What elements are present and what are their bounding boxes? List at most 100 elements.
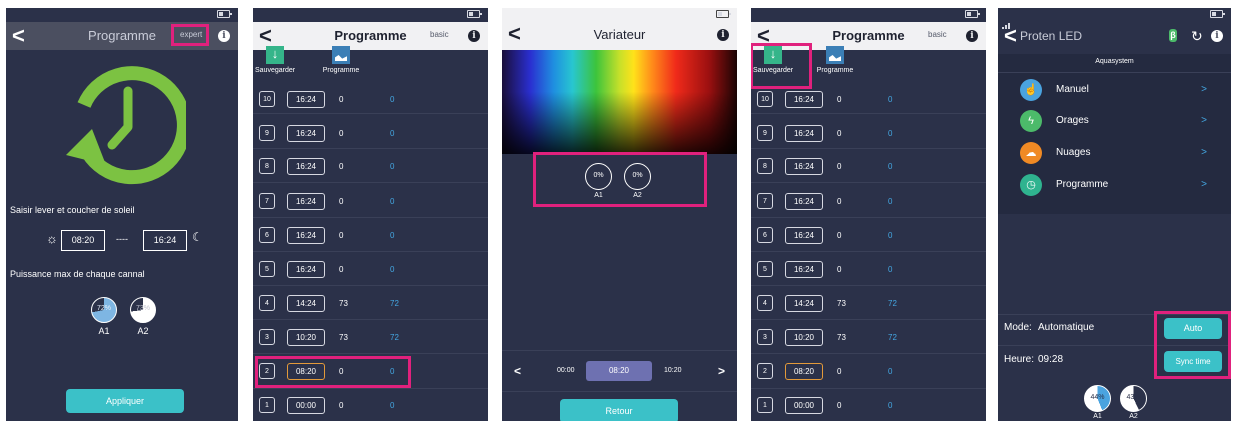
- sunset-time-input[interactable]: 16:24: [143, 230, 187, 251]
- info-icon[interactable]: i: [218, 30, 230, 42]
- section-subtitle: Aquasystem: [1095, 58, 1134, 65]
- row-divider: [751, 251, 986, 252]
- program-row[interactable]: 5 16:24 0 0: [253, 259, 488, 281]
- program-row[interactable]: 3 10:20 73 72: [253, 327, 488, 349]
- hour-value: 09:28: [1038, 354, 1064, 365]
- color-spectrum: [502, 50, 737, 154]
- previous-arrow-icon[interactable]: <: [514, 351, 521, 391]
- row-number: 1: [259, 397, 275, 413]
- row-a2-value: 0: [390, 162, 395, 171]
- program-row[interactable]: 9 16:24 0 0: [751, 123, 986, 145]
- program-row[interactable]: 6 16:24 0 0: [751, 225, 986, 247]
- program-row[interactable]: 8 16:24 0 0: [751, 156, 986, 178]
- basic-mode-button[interactable]: basic: [928, 28, 947, 42]
- row-time[interactable]: 16:24: [785, 125, 823, 142]
- time-separator: ----: [116, 234, 128, 244]
- row-time[interactable]: 14:24: [785, 295, 823, 312]
- timeline-current-time[interactable]: 08:20: [586, 361, 652, 381]
- program-row[interactable]: 10 16:24 0 0: [253, 89, 488, 111]
- cloud-icon: ☁: [1020, 142, 1042, 164]
- program-row[interactable]: 1 00:00 0 0: [253, 395, 488, 417]
- battery-icon: [1210, 10, 1225, 18]
- screen-programme-save: < Programme basic i Sauvegarder Programm…: [751, 8, 986, 421]
- row-divider: [253, 182, 488, 183]
- row-time[interactable]: 16:24: [785, 193, 823, 210]
- program-row[interactable]: 7 16:24 0 0: [253, 191, 488, 213]
- sun-icon: ☼: [46, 231, 58, 246]
- row-divider: [253, 319, 488, 320]
- next-arrow-icon[interactable]: >: [718, 351, 725, 391]
- program-row[interactable]: 10 16:24 0 0: [751, 89, 986, 111]
- program-row[interactable]: 6 16:24 0 0: [253, 225, 488, 247]
- program-row[interactable]: 8 16:24 0 0: [253, 156, 488, 178]
- sunrise-time-input[interactable]: 08:20: [61, 230, 105, 251]
- row-a2-value: 0: [888, 129, 893, 138]
- status-bar: [253, 8, 488, 29]
- info-icon[interactable]: i: [717, 29, 729, 41]
- info-icon[interactable]: i: [966, 30, 978, 42]
- row-time[interactable]: 16:24: [287, 227, 325, 244]
- row-divider: [751, 113, 986, 114]
- menu-item-orages[interactable]: ϟ Orages >: [998, 106, 1231, 136]
- battery-icon: [467, 10, 482, 18]
- program-row[interactable]: 4 14:24 73 72: [751, 293, 986, 315]
- channel-a2-value: 73%: [135, 305, 150, 312]
- refresh-icon[interactable]: ↻: [1191, 24, 1203, 48]
- program-row[interactable]: 1 00:00 0 0: [751, 395, 986, 417]
- row-number: 6: [259, 227, 275, 243]
- row-time[interactable]: 16:24: [785, 261, 823, 278]
- row-time[interactable]: 16:24: [785, 158, 823, 175]
- basic-mode-button[interactable]: basic: [430, 28, 449, 42]
- program-row[interactable]: 2 08:20 0 0: [751, 361, 986, 383]
- row-a2-value: 0: [390, 197, 395, 206]
- program-row[interactable]: 4 14:24 73 72: [253, 293, 488, 315]
- row-time[interactable]: 10:20: [287, 329, 325, 346]
- menu-item-manuel[interactable]: ☝ Manuel >: [998, 75, 1231, 105]
- highlight-box: [171, 24, 209, 46]
- row-time[interactable]: 16:24: [287, 261, 325, 278]
- row-time[interactable]: 10:20: [785, 329, 823, 346]
- row-a1-value: 0: [837, 265, 842, 274]
- highlight-box: [751, 43, 812, 89]
- program-row[interactable]: 9 16:24 0 0: [253, 123, 488, 145]
- channel-a2-label: A2: [137, 326, 149, 336]
- row-divider: [751, 285, 986, 286]
- row-time[interactable]: 16:24: [287, 193, 325, 210]
- programme-button[interactable]: Programme: [815, 46, 855, 74]
- timeline-left-time[interactable]: 00:00: [557, 351, 575, 391]
- back-icon[interactable]: <: [1004, 23, 1017, 49]
- save-button[interactable]: Sauvegarder: [255, 46, 295, 74]
- row-a1-value: 0: [837, 401, 842, 410]
- program-row[interactable]: 5 16:24 0 0: [751, 259, 986, 281]
- menu-item-nuages[interactable]: ☁ Nuages >: [998, 138, 1231, 168]
- program-row[interactable]: 3 10:20 73 72: [751, 327, 986, 349]
- chevron-right-icon: >: [1201, 179, 1207, 190]
- row-time[interactable]: 16:24: [287, 125, 325, 142]
- row-time[interactable]: 16:24: [287, 91, 325, 108]
- row-time[interactable]: 14:24: [287, 295, 325, 312]
- page-title: Variateur: [593, 27, 646, 42]
- programme-button[interactable]: Programme: [321, 46, 361, 74]
- row-time[interactable]: 16:24: [785, 91, 823, 108]
- program-row[interactable]: 7 16:24 0 0: [751, 191, 986, 213]
- timeline-right-time[interactable]: 10:20: [664, 351, 682, 391]
- info-icon[interactable]: i: [468, 30, 480, 42]
- highlight-box: [255, 356, 411, 388]
- info-icon[interactable]: i: [1211, 30, 1223, 42]
- screen-proten-led-home: < Proten LED β ↻ i Aquasystem ☝ Manuel >…: [998, 8, 1231, 421]
- row-time[interactable]: 00:00: [287, 397, 325, 414]
- row-time[interactable]: 08:20: [785, 363, 823, 380]
- row-time[interactable]: 00:00: [785, 397, 823, 414]
- row-time[interactable]: 16:24: [785, 227, 823, 244]
- apply-button[interactable]: Appliquer: [66, 389, 184, 413]
- return-button[interactable]: Retour: [560, 399, 678, 421]
- row-a2-value: 0: [888, 367, 893, 376]
- row-time[interactable]: 16:24: [287, 158, 325, 175]
- programme-label: Programme: [816, 67, 854, 74]
- menu-item-programme[interactable]: ◷ Programme >: [998, 170, 1231, 200]
- programme-icon: [826, 46, 844, 64]
- channel-a1-label: A1: [98, 326, 110, 336]
- row-a1-value: 73: [339, 299, 348, 308]
- highlight-box: [1154, 311, 1231, 379]
- battery-icon: [965, 10, 980, 18]
